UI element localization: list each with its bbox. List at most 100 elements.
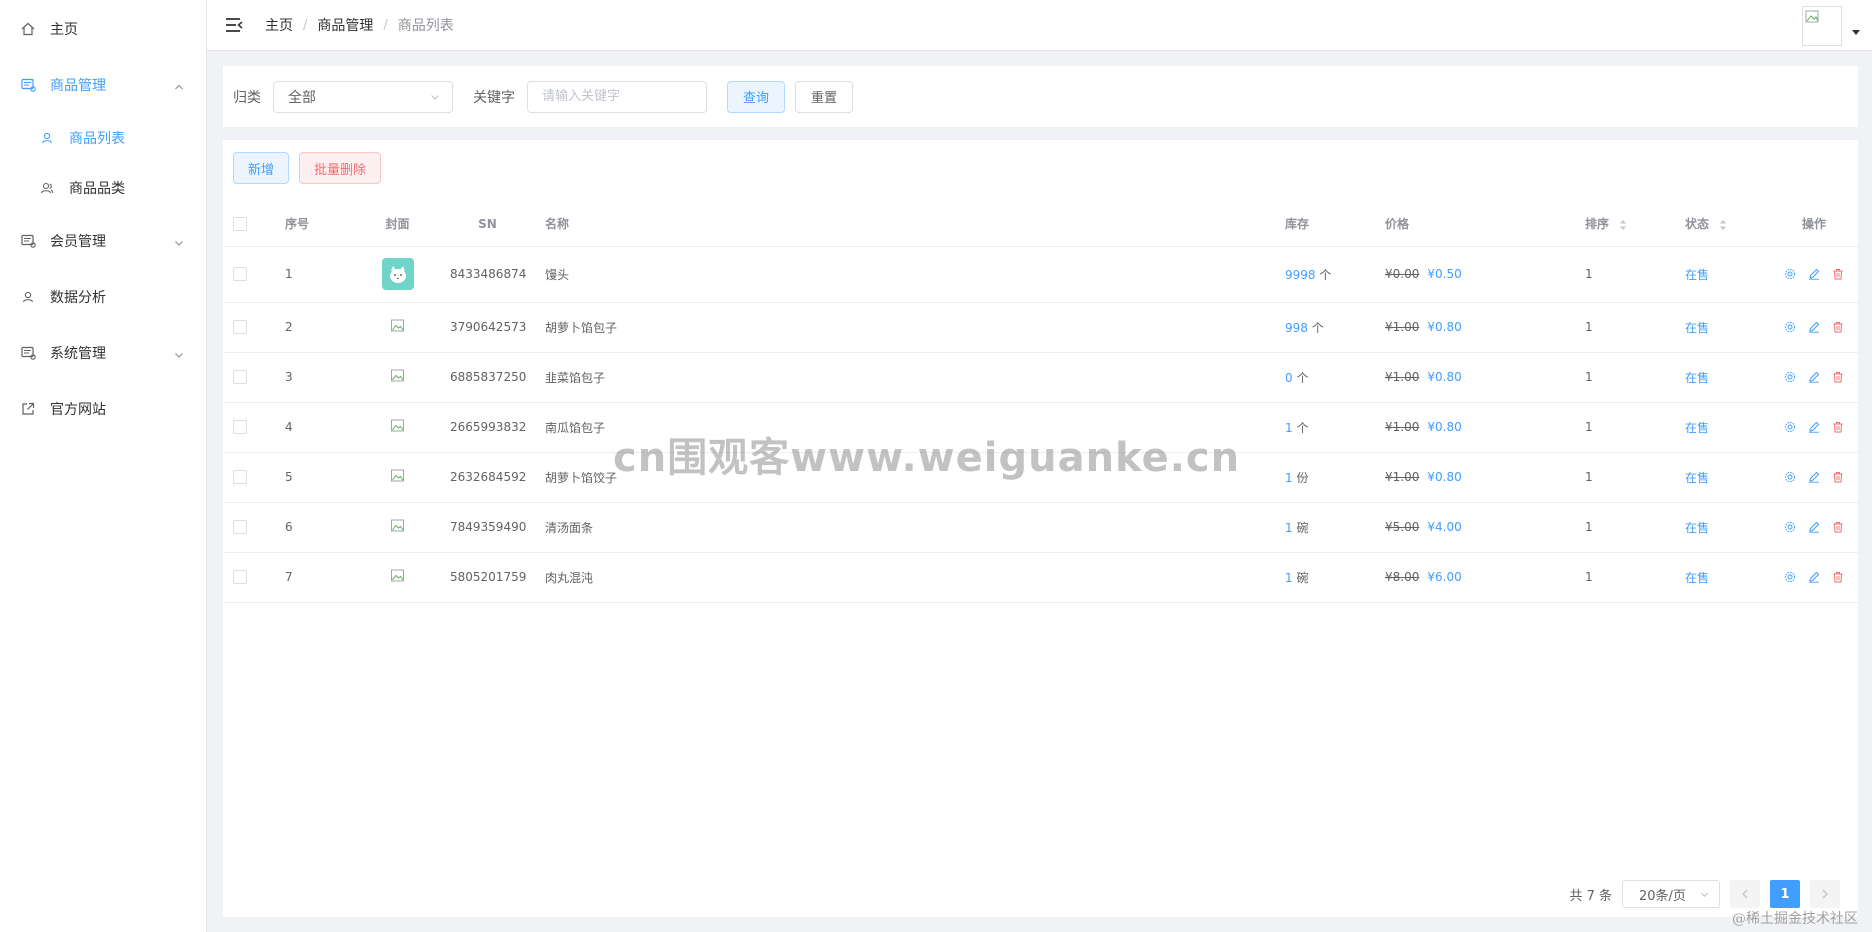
delete-icon[interactable] xyxy=(1832,371,1844,383)
select-all-checkbox[interactable] xyxy=(233,217,247,231)
cell-cover xyxy=(355,246,440,303)
breadcrumb: 主页 / 商品管理 / 商品列表 xyxy=(265,15,454,35)
delete-icon[interactable] xyxy=(1832,268,1844,280)
row-checkbox[interactable] xyxy=(233,570,247,585)
settings-icon[interactable] xyxy=(1784,268,1796,280)
row-checkbox[interactable] xyxy=(233,420,247,435)
delete-icon[interactable] xyxy=(1832,421,1844,433)
edit-icon[interactable] xyxy=(1808,268,1820,280)
search-button[interactable]: 查询 xyxy=(727,80,786,113)
user-icon xyxy=(40,131,54,145)
breadcrumb-goods-management[interactable]: 商品管理 xyxy=(317,15,373,35)
next-page-button[interactable] xyxy=(1810,880,1840,908)
delete-icon[interactable] xyxy=(1832,521,1844,533)
cell-index: 1 xyxy=(275,246,355,303)
cell-cover xyxy=(355,402,440,453)
delete-icon[interactable] xyxy=(1832,471,1844,483)
column-header-status[interactable]: 状态 xyxy=(1675,202,1770,247)
cell-index: 2 xyxy=(275,302,355,353)
collapse-menu-icon[interactable] xyxy=(225,17,243,33)
status-link[interactable]: 在售 xyxy=(1685,268,1709,282)
row-checkbox[interactable] xyxy=(233,520,247,535)
settings-icon[interactable] xyxy=(1784,471,1796,483)
status-link[interactable]: 在售 xyxy=(1685,571,1709,585)
stock-unit: 碗 xyxy=(1296,520,1309,535)
sort-caret-icon[interactable] xyxy=(1619,219,1627,231)
menu-item-goods[interactable]: 商品管理 xyxy=(0,57,206,113)
user-icon xyxy=(20,289,36,305)
row-checkbox[interactable] xyxy=(233,370,247,385)
row-checkbox[interactable] xyxy=(233,470,247,485)
edit-icon[interactable] xyxy=(1808,371,1820,383)
chevron-up-icon xyxy=(174,80,184,90)
stock-value: 1 xyxy=(1285,570,1293,585)
row-checkbox[interactable] xyxy=(233,267,247,282)
cell-name: 馒头 xyxy=(535,246,1275,303)
submenu-item-goods-list[interactable]: 商品列表 xyxy=(0,113,206,163)
breadcrumb-home[interactable]: 主页 xyxy=(265,15,293,35)
settings-icon[interactable] xyxy=(1784,521,1796,533)
sort-caret-icon[interactable] xyxy=(1719,219,1727,231)
edit-icon[interactable] xyxy=(1808,471,1820,483)
status-link[interactable]: 在售 xyxy=(1685,471,1709,485)
settings-icon[interactable] xyxy=(1784,321,1796,333)
chevron-left-icon xyxy=(1742,889,1748,899)
stock-unit: 个 xyxy=(1296,420,1309,435)
page-size-value: 20条/页 xyxy=(1639,888,1686,904)
menu-item-member[interactable]: 会员管理 xyxy=(0,213,206,269)
submenu-item-goods-category[interactable]: 商品品类 xyxy=(0,163,206,213)
row-checkbox[interactable] xyxy=(233,320,247,335)
batch-delete-button[interactable]: 批量删除 xyxy=(299,152,382,184)
broken-image-icon xyxy=(390,319,404,331)
original-price: ¥1.00 xyxy=(1385,320,1420,334)
edit-icon[interactable] xyxy=(1808,421,1820,433)
original-price: ¥0.00 xyxy=(1385,267,1420,281)
keyword-label: 关键字 xyxy=(473,89,515,106)
edit-icon[interactable] xyxy=(1808,571,1820,583)
settings-icon[interactable] xyxy=(1784,421,1796,433)
cell-stock: 1 份 xyxy=(1275,452,1375,503)
status-link[interactable]: 在售 xyxy=(1685,521,1709,535)
status-link[interactable]: 在售 xyxy=(1685,321,1709,335)
status-link[interactable]: 在售 xyxy=(1685,371,1709,385)
menu-item-label: 会员管理 xyxy=(50,234,106,250)
delete-icon[interactable] xyxy=(1832,321,1844,333)
avatar[interactable] xyxy=(1802,6,1842,46)
reset-button[interactable]: 重置 xyxy=(795,80,854,113)
edit-icon[interactable] xyxy=(1808,321,1820,333)
cell-stock: 998 个 xyxy=(1275,302,1375,353)
cell-cover xyxy=(355,502,440,553)
edit-icon[interactable] xyxy=(1808,521,1820,533)
menu-item-home[interactable]: 主页 xyxy=(0,1,206,57)
add-button[interactable]: 新增 xyxy=(233,152,290,184)
cell-actions xyxy=(1770,352,1858,403)
cell-cover xyxy=(355,302,440,353)
cell-status: 在售 xyxy=(1675,302,1770,353)
chevron-down-icon xyxy=(174,348,184,358)
cell-actions xyxy=(1770,246,1858,303)
page-number-button[interactable]: 1 xyxy=(1770,880,1800,908)
table-row: 1 8433486874 馒头 9998 个 ¥0.00 ¥0.50 1 在售 xyxy=(223,246,1858,303)
prev-page-button[interactable] xyxy=(1730,880,1760,908)
cell-price: ¥8.00 ¥6.00 xyxy=(1375,552,1575,603)
column-header-sort[interactable]: 排序 xyxy=(1575,202,1675,247)
category-select[interactable]: 全部 xyxy=(273,80,453,113)
menu-item-data-analysis[interactable]: 数据分析 xyxy=(0,269,206,325)
goods-list-card: 新增 批量删除 序号 封面 SN 名称 库存 价格 排序 状态 操作 1 843… xyxy=(223,140,1858,917)
delete-icon[interactable] xyxy=(1832,571,1844,583)
caret-down-icon[interactable] xyxy=(1852,30,1860,35)
stock-unit: 碗 xyxy=(1296,570,1309,585)
column-header-stock: 库存 xyxy=(1275,202,1375,247)
table-header-row: 序号 封面 SN 名称 库存 价格 排序 状态 操作 xyxy=(223,202,1858,247)
settings-icon[interactable] xyxy=(1784,371,1796,383)
member-icon xyxy=(20,233,36,249)
status-link[interactable]: 在售 xyxy=(1685,421,1709,435)
page-size-select[interactable]: 20条/页 xyxy=(1622,880,1720,908)
menu-item-system[interactable]: 系统管理 xyxy=(0,325,206,381)
menu-item-official-site[interactable]: 官方网站 xyxy=(0,381,206,437)
cell-sort: 1 xyxy=(1575,352,1675,403)
cell-status: 在售 xyxy=(1675,452,1770,503)
settings-icon[interactable] xyxy=(1784,571,1796,583)
keyword-input[interactable] xyxy=(527,80,707,113)
cell-sn: 7849359490 xyxy=(440,502,535,553)
